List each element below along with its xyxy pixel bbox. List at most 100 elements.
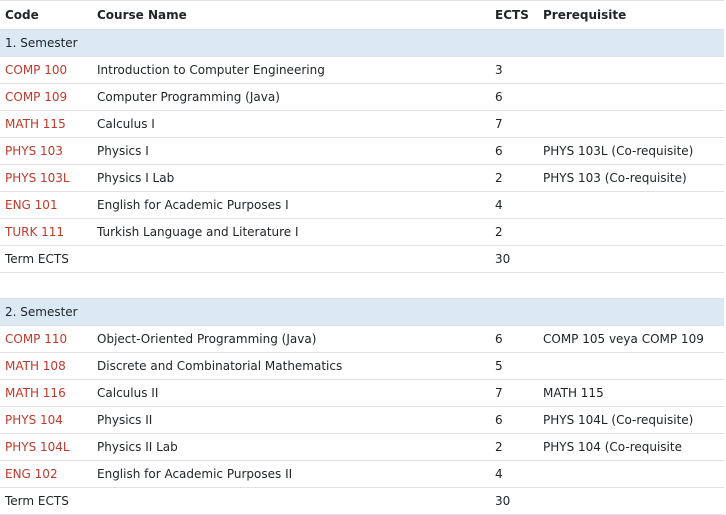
semester-header-row: 2. Semester — [0, 298, 724, 326]
semester-spacer — [0, 272, 724, 299]
semester-title: 2. Semester — [0, 298, 724, 326]
course-prerequisite — [538, 352, 724, 380]
term-ects-total: 30 — [490, 487, 538, 515]
course-code-cell: PHYS 103L — [0, 164, 92, 192]
course-code-cell: PHYS 103 — [0, 137, 92, 165]
table-row: PHYS 103L Physics I Lab 2 PHYS 103 (Co-requ… — [0, 164, 724, 192]
course-prerequisite — [538, 56, 724, 84]
table-row: PHYS 104L Physics II Lab 2 PHYS 104 (Co-req… — [0, 433, 724, 461]
table-row: ENG 101 English for Academic Purposes I4 — [0, 191, 724, 219]
course-code-link[interactable]: MATH 108 — [5, 359, 66, 373]
course-prerequisite: PHYS 103L (Co-requisite) — [538, 137, 724, 165]
header-ects: ECTS — [490, 0, 538, 30]
table-row: MATH 108 Discrete and Combinatorial Mathe… — [0, 352, 724, 380]
course-name: Physics II — [92, 406, 490, 434]
course-name: Computer Programming (Java) — [92, 83, 490, 111]
course-name: Physics I — [92, 137, 490, 165]
course-ects: 6 — [490, 83, 538, 111]
term-empty — [92, 245, 490, 273]
course-prerequisite: PHYS 104L (Co-requisite) — [538, 406, 724, 434]
course-code-cell: ENG 101 — [0, 191, 92, 219]
header-code: Code — [0, 0, 92, 30]
course-code-link[interactable]: ENG 102 — [5, 467, 58, 481]
header-prerequisite: Prerequisite — [538, 0, 724, 30]
course-code-cell: MATH 108 — [0, 352, 92, 380]
course-name: Calculus II — [92, 379, 490, 407]
course-prerequisite — [538, 218, 724, 246]
term-ects-label: Term ECTS — [0, 487, 92, 515]
course-ects: 2 — [490, 433, 538, 461]
course-ects: 6 — [490, 406, 538, 434]
course-code-link[interactable]: MATH 115 — [5, 117, 66, 131]
table-row: COMP 110 Object-Oriented Programming (Jav… — [0, 325, 724, 353]
course-code-cell: MATH 115 — [0, 110, 92, 138]
table-row: TURK 111 Turkish Language and Literature … — [0, 218, 724, 246]
course-code-cell: COMP 100 — [0, 56, 92, 84]
course-code-link[interactable]: COMP 100 — [5, 63, 67, 77]
term-total-row: Term ECTS 30 — [0, 487, 724, 515]
course-name: Turkish Language and Literature I — [92, 218, 490, 246]
course-code-cell: COMP 109 — [0, 83, 92, 111]
course-code-link[interactable]: PHYS 103 — [5, 144, 63, 158]
course-name: English for Academic Purposes II — [92, 460, 490, 488]
course-name: Introduction to Computer Engineering — [92, 56, 490, 84]
table-row: PHYS 104 Physics II 6 PHYS 104L (Co-requisi… — [0, 406, 724, 434]
table-row: MATH 116 Calculus II 7 MATH 115 — [0, 379, 724, 407]
table-body: 1. Semester COMP 100 Introduction to Compu… — [0, 29, 724, 515]
course-name: Object-Oriented Programming (Java) — [92, 325, 490, 353]
course-ects: 5 — [490, 352, 538, 380]
course-code-cell: COMP 110 — [0, 325, 92, 353]
course-prerequisite — [538, 83, 724, 111]
table-row: COMP 100 Introduction to Computer Enginee… — [0, 56, 724, 84]
course-name: English for Academic Purposes I — [92, 191, 490, 219]
course-prerequisite — [538, 191, 724, 219]
course-code-link[interactable]: ENG 101 — [5, 198, 58, 212]
term-empty — [538, 487, 724, 515]
course-prerequisite — [538, 460, 724, 488]
term-ects-total: 30 — [490, 245, 538, 273]
semester-title: 1. Semester — [0, 29, 724, 57]
table-row: ENG 102 English for Academic Purposes II 4 — [0, 460, 724, 488]
course-code-link[interactable]: MATH 116 — [5, 386, 66, 400]
table-row: COMP 109 Computer Programming (Java) 6 — [0, 83, 724, 111]
course-code-link[interactable]: PHYS 103L — [5, 171, 70, 185]
course-code-link[interactable]: PHYS 104 — [5, 413, 63, 427]
curriculum-table: Code Course Name ECTS Prerequisite 1. Se… — [0, 0, 724, 515]
course-code-cell: ENG 102 — [0, 460, 92, 488]
table-row: MATH 115 Calculus I7 — [0, 110, 724, 138]
table-header: Code Course Name ECTS Prerequisite — [0, 0, 724, 30]
course-prerequisite: COMP 105 veya COMP 109 — [538, 325, 724, 353]
term-empty — [92, 487, 490, 515]
course-ects: 6 — [490, 325, 538, 353]
course-prerequisite — [538, 110, 724, 138]
course-ects: 3 — [490, 56, 538, 84]
term-empty — [538, 245, 724, 273]
course-name: Discrete and Combinatorial Mathematics — [92, 352, 490, 380]
course-code-link[interactable]: PHYS 104L — [5, 440, 70, 454]
course-ects: 4 — [490, 460, 538, 488]
term-ects-label: Term ECTS — [0, 245, 92, 273]
course-code-cell: TURK 111 — [0, 218, 92, 246]
spacer-cell — [0, 272, 724, 299]
course-ects: 2 — [490, 164, 538, 192]
header-course-name: Course Name — [92, 0, 490, 30]
course-ects: 7 — [490, 379, 538, 407]
course-ects: 2 — [490, 218, 538, 246]
course-code-cell: PHYS 104 — [0, 406, 92, 434]
course-prerequisite: PHYS 104 (Co-requisite — [538, 433, 724, 461]
course-name: Physics I Lab — [92, 164, 490, 192]
course-code-cell: PHYS 104L — [0, 433, 92, 461]
course-prerequisite: PHYS 103 (Co-requisite) — [538, 164, 724, 192]
course-ects: 4 — [490, 191, 538, 219]
course-name: Physics II Lab — [92, 433, 490, 461]
course-code-link[interactable]: COMP 110 — [5, 332, 67, 346]
course-ects: 7 — [490, 110, 538, 138]
course-ects: 6 — [490, 137, 538, 165]
semester-header-row: 1. Semester — [0, 29, 724, 57]
term-total-row: Term ECTS 30 — [0, 245, 724, 273]
course-prerequisite: MATH 115 — [538, 379, 724, 407]
course-code-link[interactable]: COMP 109 — [5, 90, 67, 104]
course-code-link[interactable]: TURK 111 — [5, 225, 64, 239]
table-row: PHYS 103 Physics I 6 PHYS 103L (Co-requisit… — [0, 137, 724, 165]
course-code-cell: MATH 116 — [0, 379, 92, 407]
